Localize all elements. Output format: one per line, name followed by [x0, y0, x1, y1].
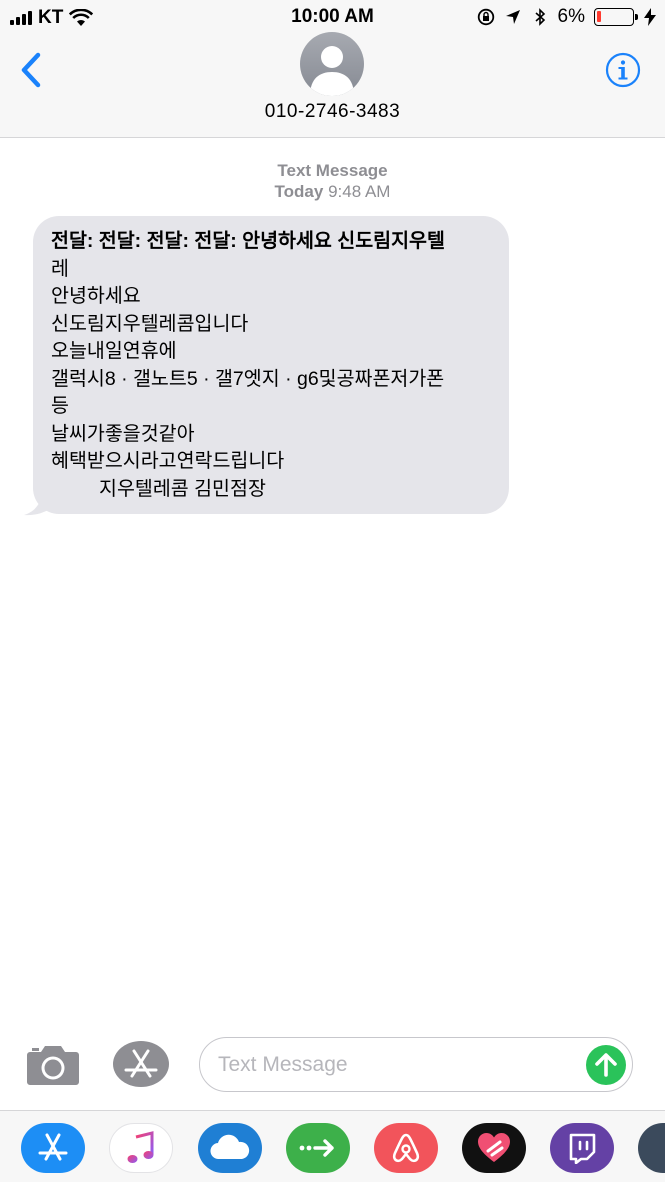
bluetooth-icon: [535, 8, 545, 26]
more-app-glyph: [660, 1138, 665, 1158]
messages-app: KT 10:00 AM 6% 010-2746-3483 Text Messag…: [0, 0, 665, 1182]
status-bar: KT 10:00 AM 6%: [0, 0, 665, 34]
message-line: 안녕하세요: [51, 285, 141, 307]
timestamp: Today 9:48 AM: [0, 181, 665, 202]
info-button[interactable]: [605, 52, 641, 88]
back-button[interactable]: [16, 50, 46, 90]
service-label: Text Message: [277, 161, 388, 180]
twitch-icon[interactable]: [550, 1123, 614, 1173]
app-store-button[interactable]: [112, 1040, 170, 1088]
message-input[interactable]: [218, 1048, 578, 1082]
rotation-lock-icon: [477, 8, 494, 26]
app-store-icon[interactable]: [21, 1123, 85, 1173]
incoming-message-bubble[interactable]: 전달: 전달: 전달: 전달: 안녕하세요 신도림지우텔 레 안녕하세요 신도림…: [33, 216, 509, 514]
battery-percent: 6%: [557, 6, 585, 27]
heart-glyph: [478, 1133, 510, 1162]
day-label: Today: [274, 182, 324, 201]
music-note-glyph: [127, 1131, 154, 1163]
message-line: 신도림지우텔레콤입니다: [51, 312, 249, 335]
message-compose-field[interactable]: [199, 1037, 633, 1092]
cloud-icon[interactable]: [198, 1123, 262, 1173]
camera-button[interactable]: [26, 1042, 80, 1086]
twitch-glyph: [569, 1133, 596, 1164]
airbnb-glyph: [392, 1133, 420, 1163]
battery-level: [597, 11, 601, 22]
message-signature: 지우텔레콤 김민점장: [99, 477, 266, 500]
contact-number[interactable]: 010-2746-3483: [0, 101, 665, 123]
app-drawer: [0, 1110, 665, 1182]
heart-icon[interactable]: [462, 1123, 526, 1173]
battery-icon: [594, 8, 638, 26]
airbnb-icon[interactable]: [374, 1123, 438, 1173]
message-line: 오늘내일연휴에: [51, 340, 177, 362]
thread-meta: Text Message Today 9:48 AM: [0, 160, 665, 202]
status-right: 6%: [477, 6, 657, 28]
arrow-icon[interactable]: [286, 1123, 350, 1173]
message-line: 레: [51, 257, 69, 280]
charging-icon: [644, 8, 656, 26]
location-icon: [505, 10, 520, 24]
message-line: 갤럭시8 · 갤노트5 · 갤7엣지 · g6및공짜폰저가폰: [51, 367, 445, 390]
message-line: 등: [51, 395, 69, 417]
conversation-header: KT 10:00 AM 6% 010-2746-3483: [0, 0, 665, 138]
send-button[interactable]: [585, 1044, 627, 1086]
message-line: 혜택받으시라고연락드립니다: [51, 450, 285, 472]
time-label: 9:48 AM: [328, 182, 391, 201]
contact-avatar[interactable]: [300, 32, 364, 96]
music-icon[interactable]: [109, 1123, 173, 1173]
app-store-glyph: [38, 1133, 68, 1161]
message-line: 전달: 전달: 전달: 전달: 안녕하세요 신도림지우텔: [51, 230, 445, 252]
person-icon: [310, 46, 354, 96]
cloud-glyph: [210, 1134, 250, 1160]
more-app-icon[interactable]: [638, 1123, 665, 1173]
arrow-glyph: [299, 1139, 334, 1157]
message-line: 날씨가좋을것같아: [51, 422, 195, 445]
